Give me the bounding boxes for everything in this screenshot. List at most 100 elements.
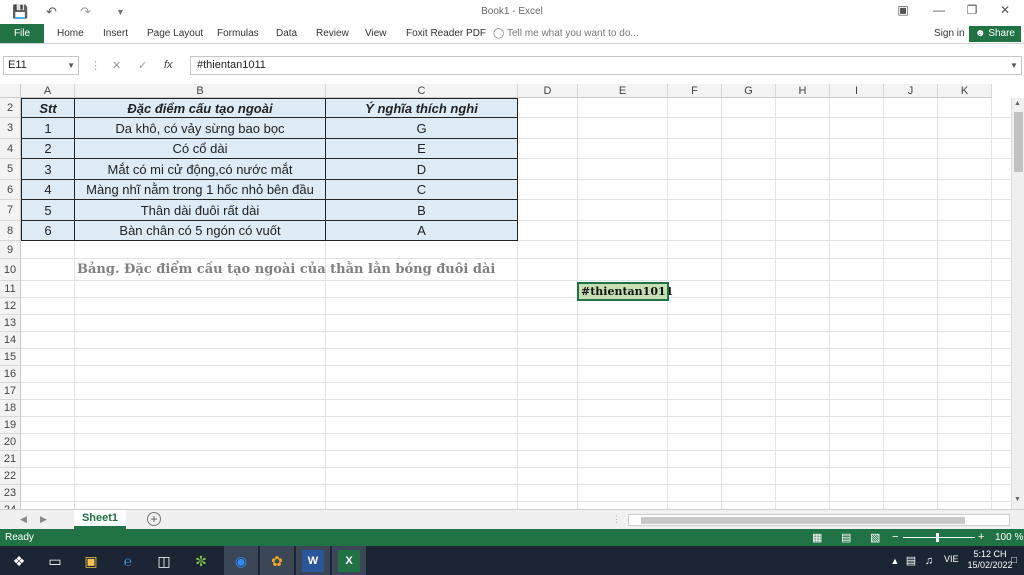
tab-insert[interactable]: Insert — [103, 28, 128, 39]
maximize-icon[interactable]: ❐ — [957, 3, 987, 17]
row-header-14[interactable]: 14 — [0, 332, 21, 349]
table-header-cell[interactable]: Đặc điểm cấu tạo ngoài — [75, 98, 326, 118]
tab-data[interactable]: Data — [276, 28, 297, 39]
table-cell[interactable]: G — [326, 118, 518, 139]
table-cell[interactable]: A — [326, 221, 518, 241]
input-language[interactable]: VIE — [944, 554, 959, 564]
next-sheet-icon[interactable]: ▶ — [40, 514, 47, 525]
close-icon[interactable]: ✕ — [990, 3, 1020, 17]
column-header-h[interactable]: H — [776, 84, 830, 98]
row-header-6[interactable]: 6 — [0, 180, 21, 200]
column-header-f[interactable]: F — [668, 84, 722, 98]
row-header-16[interactable]: 16 — [0, 366, 21, 383]
table-cell[interactable]: Màng nhĩ nằm trong 1 hốc nhỏ bên đầu — [75, 180, 326, 200]
row-header-13[interactable]: 13 — [0, 315, 21, 332]
row-header-23[interactable]: 23 — [0, 485, 21, 502]
task-view-icon[interactable]: ▭ — [44, 550, 66, 572]
column-header-c[interactable]: C — [326, 84, 518, 98]
cancel-icon[interactable]: ✕ — [112, 59, 121, 72]
share-button[interactable]: ☻ Share — [969, 26, 1021, 42]
select-all-corner[interactable] — [0, 84, 21, 98]
table-cell[interactable]: 3 — [21, 159, 75, 180]
row-header-9[interactable]: 9 — [0, 241, 21, 259]
row-header-18[interactable]: 18 — [0, 400, 21, 417]
table-header-cell[interactable]: Ý nghĩa thích nghi — [326, 98, 518, 118]
page-break-view-icon[interactable]: ▧ — [870, 531, 880, 544]
column-header-i[interactable]: I — [830, 84, 884, 98]
tell-me-search[interactable]: Tell me what you want to do... — [507, 28, 639, 39]
table-cell[interactable]: Mắt có mi cử động,có nước mắt — [75, 159, 326, 180]
table-header-cell[interactable]: Stt — [21, 98, 75, 118]
zalo-icon[interactable]: ◉ — [230, 550, 252, 572]
column-header-a[interactable]: A — [21, 84, 75, 98]
insert-function-icon[interactable]: fx — [164, 59, 173, 71]
row-header-21[interactable]: 21 — [0, 451, 21, 468]
scroll-down-icon[interactable]: ▼ — [1014, 496, 1021, 503]
row-header-17[interactable]: 17 — [0, 383, 21, 400]
zoom-slider[interactable] — [903, 537, 975, 538]
vertical-scroll-thumb[interactable] — [1014, 112, 1023, 172]
table-cell[interactable]: D — [326, 159, 518, 180]
sign-in-link[interactable]: Sign in — [934, 28, 965, 39]
row-header-10[interactable]: 10 — [0, 259, 21, 281]
row-header-4[interactable]: 4 — [0, 139, 21, 159]
file-explorer-icon[interactable]: ▣ — [80, 550, 102, 572]
normal-view-icon[interactable]: ▦ — [812, 531, 822, 544]
prev-sheet-icon[interactable]: ◀ — [20, 514, 27, 525]
chevron-down-icon[interactable]: ▼ — [67, 57, 75, 74]
enter-icon[interactable]: ✓ — [138, 59, 147, 72]
tab-review[interactable]: Review — [316, 28, 349, 39]
tab-file[interactable]: File — [0, 24, 44, 43]
table-cell[interactable]: C — [326, 180, 518, 200]
zoom-in-icon[interactable]: + — [978, 531, 984, 543]
name-box[interactable]: E11 ▼ — [3, 56, 79, 75]
worksheet-grid[interactable]: A B C D E F G H I J K 2 3 4 5 6 7 8 9 10 11 12 13 14 15 16 17 18 19 2… — [0, 84, 1024, 509]
row-header-22[interactable]: 22 — [0, 468, 21, 485]
column-header-g[interactable]: G — [722, 84, 776, 98]
excel-icon[interactable]: X — [338, 550, 360, 572]
formula-input[interactable]: #thientan1011 — [190, 56, 1022, 75]
row-header-7[interactable]: 7 — [0, 200, 21, 221]
column-header-b[interactable]: B — [75, 84, 326, 98]
add-sheet-icon[interactable]: + — [147, 512, 161, 526]
vertical-scrollbar[interactable]: ▲ ▼ — [1011, 98, 1024, 509]
row-header-24[interactable]: 24 — [0, 502, 21, 509]
row-header-3[interactable]: 3 — [0, 118, 21, 139]
column-header-k[interactable]: K — [938, 84, 992, 98]
row-header-15[interactable]: 15 — [0, 349, 21, 366]
table-cell[interactable]: 1 — [21, 118, 75, 139]
table-cell[interactable]: 2 — [21, 139, 75, 159]
page-layout-view-icon[interactable]: ▤ — [841, 531, 851, 544]
row-header-5[interactable]: 5 — [0, 159, 21, 180]
tab-home[interactable]: Home — [57, 28, 84, 39]
row-header-8[interactable]: 8 — [0, 221, 21, 241]
table-cell[interactable]: 6 — [21, 221, 75, 241]
row-header-20[interactable]: 20 — [0, 434, 21, 451]
table-cell[interactable]: E — [326, 139, 518, 159]
table-cell[interactable]: Thân dài đuôi rất dài — [75, 200, 326, 221]
table-cell[interactable]: 4 — [21, 180, 75, 200]
horizontal-scrollbar[interactable] — [628, 514, 1010, 526]
table-cell[interactable]: Có cổ dài — [75, 139, 326, 159]
splitter-icon[interactable]: ⋮ — [612, 514, 621, 525]
row-header-2[interactable]: 2 — [0, 98, 21, 118]
column-header-d[interactable]: D — [518, 84, 578, 98]
scroll-up-icon[interactable]: ▲ — [1014, 100, 1021, 107]
row-header-12[interactable]: 12 — [0, 298, 21, 315]
zoom-out-icon[interactable]: − — [892, 531, 898, 543]
horizontal-scroll-thumb[interactable] — [641, 517, 965, 524]
zoom-slider-knob[interactable] — [936, 533, 939, 542]
volume-icon[interactable]: ♫ — [918, 550, 940, 572]
tab-foxit-reader-pdf[interactable]: Foxit Reader PDF — [406, 28, 486, 39]
table-cell[interactable]: B — [326, 200, 518, 221]
expand-formula-bar-icon[interactable]: ▼ — [1010, 61, 1018, 70]
coccoc-icon[interactable]: ✿ — [266, 550, 288, 572]
word-icon[interactable]: W — [302, 550, 324, 572]
notifications-icon[interactable]: □ — [1003, 550, 1024, 572]
windows-start-icon[interactable]: ❖ — [8, 550, 30, 572]
tab-page-layout[interactable]: Page Layout — [147, 28, 203, 39]
ribbon-display-options-icon[interactable]: ▣ — [888, 3, 918, 17]
store-icon[interactable]: ◫ — [153, 550, 175, 572]
table-cell[interactable]: Bàn chân có 5 ngón có vuốt — [75, 221, 326, 241]
browser-icon[interactable]: ✼ — [190, 550, 212, 572]
